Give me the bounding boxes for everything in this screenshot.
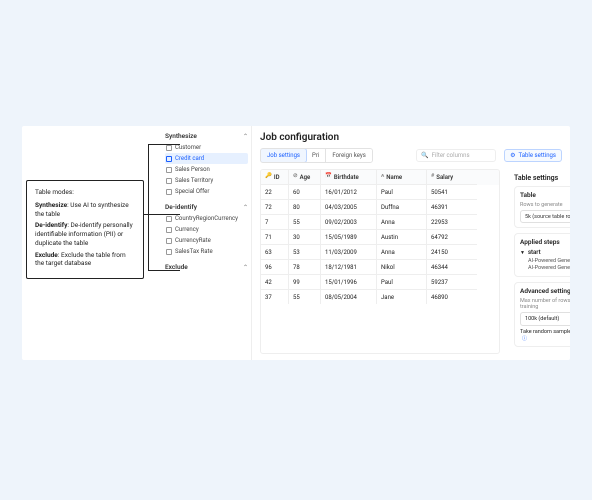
sidebar-item-currency[interactable]: Currency bbox=[165, 224, 248, 235]
tab-job-settings[interactable]: Job settings bbox=[260, 148, 307, 163]
sidebar-item-salestax-rate[interactable]: SalesTax Rate bbox=[165, 246, 248, 257]
chevron-up-icon: ⌃ bbox=[243, 133, 248, 140]
table-block: Table ⌃ Rows to generate 5k (source tabl… bbox=[514, 186, 570, 228]
sidebar-item-sales-person[interactable]: Sales Person bbox=[165, 164, 248, 175]
page-title: Job configuration bbox=[260, 132, 562, 143]
table-row[interactable]: 75509/02/2003Anna22953 bbox=[261, 215, 499, 230]
sidebar-item-sales-territory[interactable]: Sales Territory bbox=[165, 175, 248, 186]
callout-title: Table modes: bbox=[35, 188, 135, 197]
caret-down-icon: ▼ bbox=[520, 250, 525, 256]
text-icon: ᴀ bbox=[381, 174, 384, 180]
table-settings-panel: Table settings × Table ⌃ Rows to generat… bbox=[510, 169, 570, 354]
sidebar-section-exclude[interactable]: Exclude ⌃ bbox=[165, 261, 248, 273]
chevron-up-icon: ⌃ bbox=[243, 264, 248, 271]
tab-pri[interactable]: Pri bbox=[306, 149, 326, 162]
sidebar-item-credit-card[interactable]: Credit card bbox=[165, 153, 248, 164]
table-row[interactable]: 728004/03/2005Duffna46391 bbox=[261, 200, 499, 215]
table-row[interactable]: 226016/01/2012Paul50541 bbox=[261, 185, 499, 200]
info-icon[interactable]: ⓘ bbox=[522, 336, 527, 342]
table-row[interactable]: 967818/12/1981Nikol46344 bbox=[261, 260, 499, 275]
applied-steps-block: Applied steps ⌃ ▼ start 🔒 AI-Powered Gen… bbox=[514, 233, 570, 277]
hash-icon: # bbox=[431, 174, 434, 180]
panel-title: Table settings bbox=[514, 174, 558, 182]
chevron-up-icon: ⌃ bbox=[243, 204, 248, 211]
sidebar-item-currency-rate[interactable]: CurrencyRate bbox=[165, 235, 248, 246]
sidebar-section-synthesize[interactable]: Synthesize ⌃ bbox=[165, 130, 248, 142]
filter-columns-input[interactable]: 🔍 Filter columns bbox=[416, 149, 496, 162]
table-modes-callout: Table modes: Synthesize: Use AI to synth… bbox=[26, 180, 144, 279]
table-row[interactable]: 429915/01/1996Paul59237 bbox=[261, 275, 499, 290]
sidebar-item-special-offer[interactable]: Special Offer bbox=[165, 186, 248, 197]
advanced-settings-block: Advanced settings ⌃ Max number of rows u… bbox=[514, 282, 570, 347]
calendar-icon: 📅 bbox=[325, 174, 332, 180]
sidebar: Synthesize ⌃ Customer Credit card Sales … bbox=[162, 126, 252, 360]
data-table: 🔑ID ⊘Age 📅Birthdate ᴀName #Salary 226016… bbox=[260, 169, 500, 354]
step-start[interactable]: ▼ start 🔒 bbox=[520, 249, 570, 256]
step-ai-generation[interactable]: AI-Powered Generation ⊖ bbox=[520, 265, 570, 271]
table-row[interactable]: 635311/03/2009Anna24150 bbox=[261, 245, 499, 260]
gear-icon: ⚙ bbox=[510, 152, 515, 159]
tabs: Job settings Pri Foreign keys bbox=[260, 148, 373, 163]
step-ai-generation[interactable]: AI-Powered Generation ⊖ bbox=[520, 258, 570, 264]
main-content: Job configuration Job settings Pri Forei… bbox=[252, 126, 570, 360]
key-icon: 🔑 bbox=[265, 174, 272, 180]
table-header: 🔑ID ⊘Age 📅Birthdate ᴀName #Salary bbox=[261, 170, 499, 185]
search-icon: 🔍 bbox=[421, 152, 428, 159]
max-rows-select[interactable]: 100k (default) ⧉ bbox=[520, 312, 570, 326]
rows-to-generate-input[interactable]: 5k (source table rows) ⟳ bbox=[520, 210, 570, 223]
toolbar: Job settings Pri Foreign keys 🔍 Filter c… bbox=[260, 148, 562, 163]
table-row[interactable]: 713015/05/1989Austin64792 bbox=[261, 230, 499, 245]
sidebar-section-deidentify[interactable]: De-identify ⌃ bbox=[165, 201, 248, 213]
table-settings-button[interactable]: ⚙ Table settings bbox=[504, 149, 562, 162]
number-icon: ⊘ bbox=[293, 174, 298, 180]
table-row[interactable]: 375508/05/2004Jane46890 bbox=[261, 290, 499, 304]
tab-foreign-keys[interactable]: Foreign keys bbox=[326, 149, 372, 162]
